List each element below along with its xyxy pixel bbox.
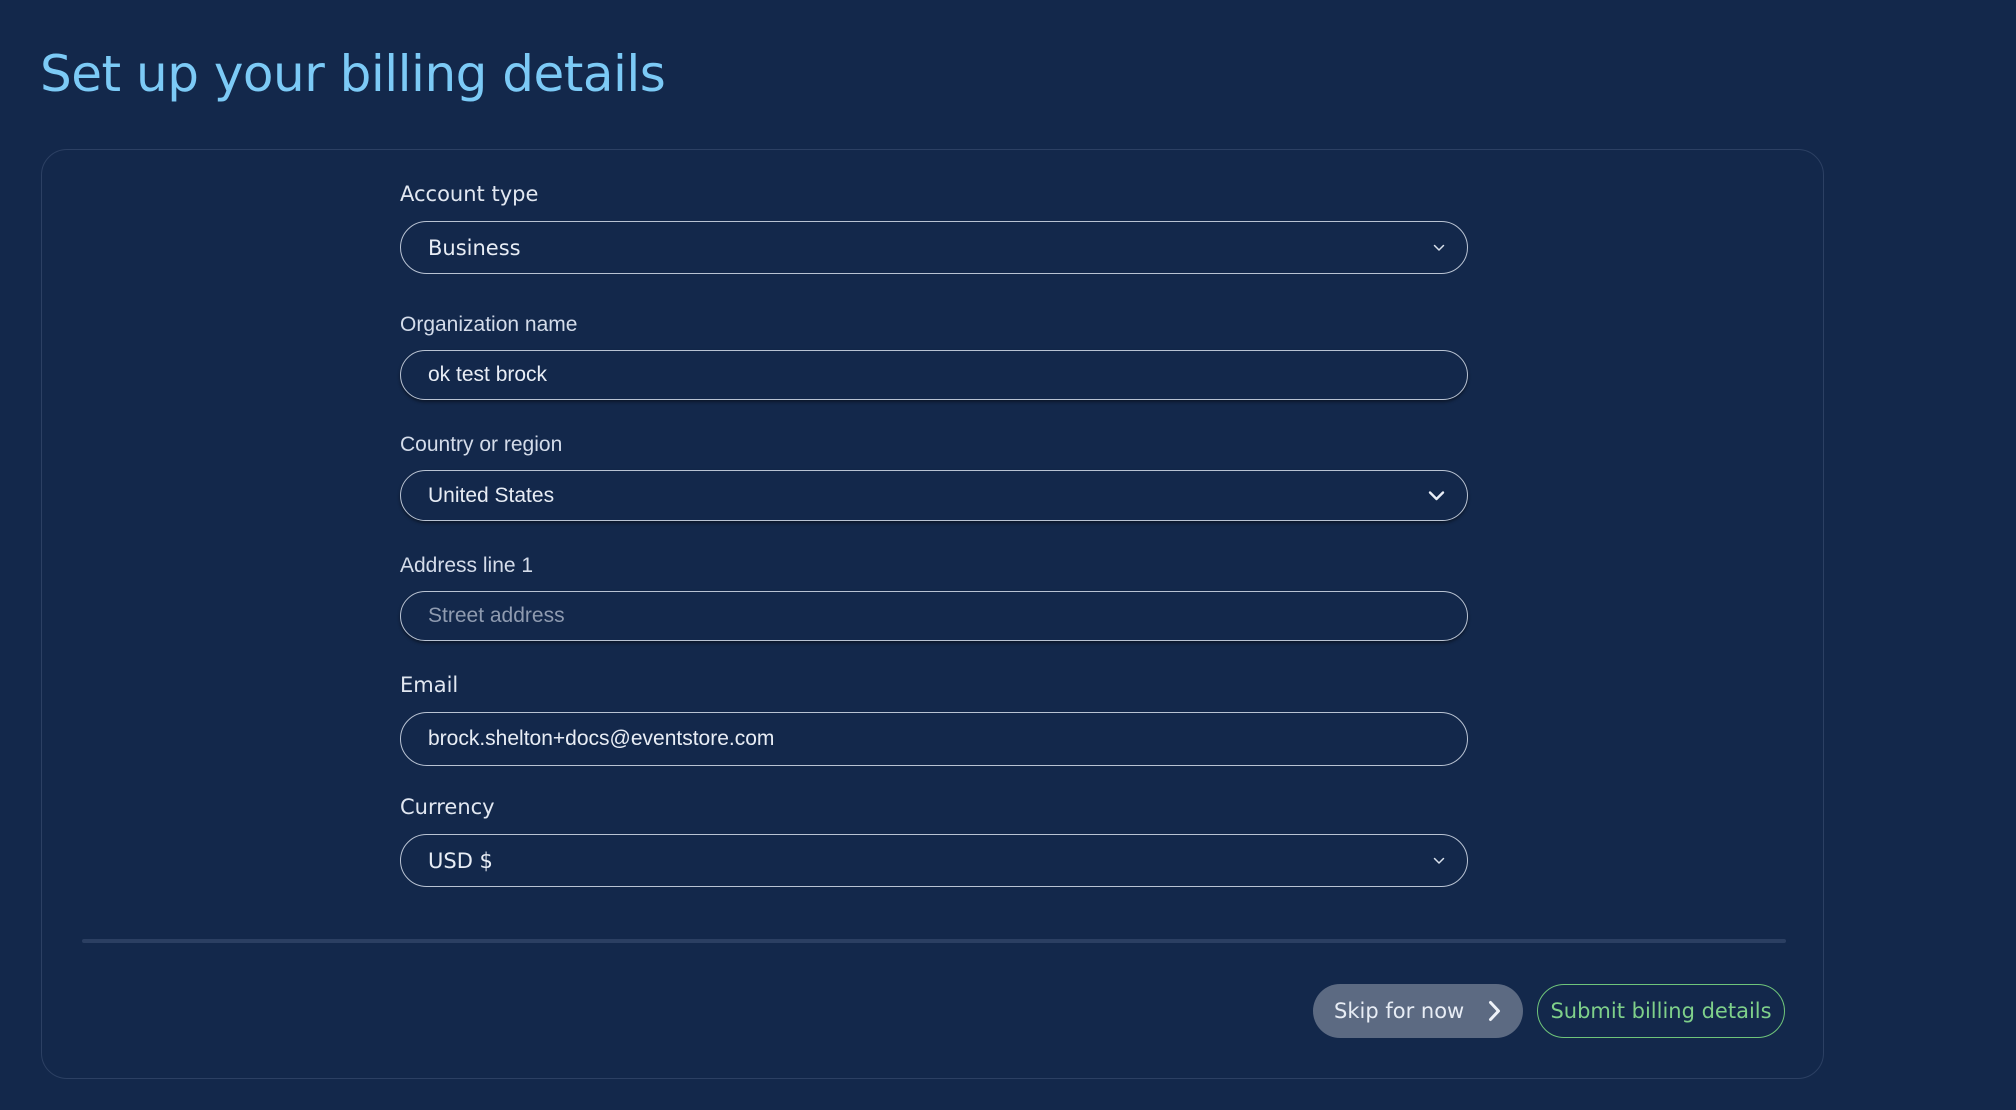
address-line-1-field: Address line 1	[400, 552, 1468, 641]
address-line-1-input[interactable]	[428, 604, 1408, 628]
currency-label: Currency	[400, 795, 495, 819]
country-value: United States	[428, 483, 555, 507]
address-line-1-label: Address line 1	[400, 554, 534, 577]
skip-for-now-label: Skip for now	[1334, 999, 1465, 1023]
country-label: Country or region	[400, 433, 563, 456]
chevron-right-icon	[1488, 1000, 1501, 1022]
submit-billing-details-button[interactable]: Submit billing details	[1537, 984, 1785, 1038]
currency-value: USD $	[428, 848, 493, 873]
email-label: Email	[400, 673, 459, 697]
email-input[interactable]	[428, 727, 1408, 751]
organization-name-label: Organization name	[400, 313, 578, 336]
organization-name-input-wrapper	[400, 350, 1468, 400]
page-title: Set up your billing details	[40, 45, 666, 103]
chevron-down-icon	[1433, 244, 1445, 252]
organization-name-field: Organization name	[400, 311, 1468, 400]
chevron-down-icon	[1433, 857, 1445, 865]
account-type-select[interactable]: Business	[400, 221, 1468, 274]
country-field: Country or region United States	[400, 431, 1468, 521]
country-select[interactable]: United States	[400, 470, 1468, 521]
currency-select[interactable]: USD $	[400, 834, 1468, 887]
account-type-label: Account type	[400, 182, 539, 206]
account-type-field: Account type Business	[400, 180, 1468, 274]
billing-form-card: Account type Business Organization name …	[41, 149, 1824, 1079]
email-field: Email	[400, 671, 1468, 766]
email-input-wrapper	[400, 712, 1468, 766]
chevron-down-icon	[1428, 490, 1445, 501]
account-type-value: Business	[428, 235, 521, 260]
organization-name-input[interactable]	[428, 363, 1408, 387]
skip-for-now-button[interactable]: Skip for now	[1313, 984, 1523, 1038]
currency-field: Currency USD $	[400, 793, 1468, 887]
form-divider	[82, 939, 1786, 943]
address-line-1-input-wrapper	[400, 591, 1468, 641]
submit-billing-details-label: Submit billing details	[1550, 999, 1772, 1023]
